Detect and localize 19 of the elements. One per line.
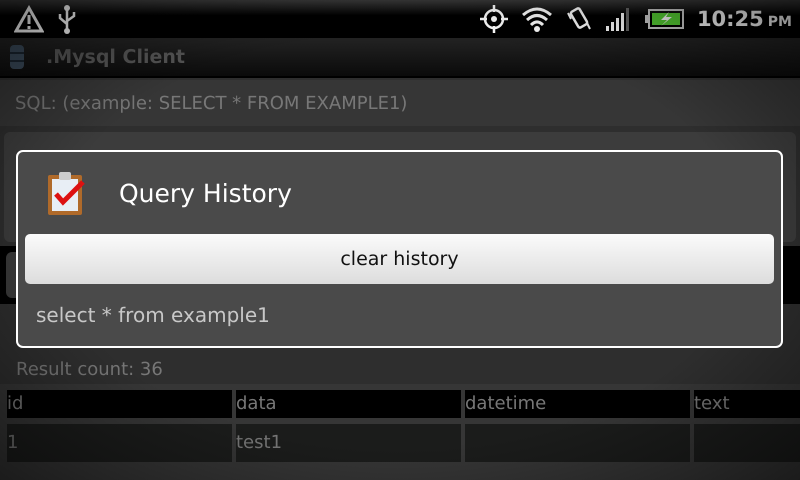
column-header: data [236,390,461,418]
result-count: Result count: 36 [16,359,163,380]
column-header: datetime [465,390,690,418]
gps-icon [478,4,509,34]
dialog-title: Query History [119,178,292,208]
battery-icon [644,8,685,30]
clock: 10:25 PM [696,7,792,31]
table-cell: 1 [7,424,232,462]
table-cell: test1 [236,424,461,462]
usb-icon [56,4,78,34]
database-icon [10,44,24,70]
history-item[interactable]: select * from example1 [25,284,774,346]
column-header: text [694,390,800,418]
app-title: .Mysql Client [46,46,186,68]
clipboard-check-icon [45,170,87,216]
warning-icon [14,5,44,33]
column-header: id [7,390,232,418]
clear-history-button[interactable]: clear history [25,234,774,284]
wifi-icon [520,6,553,32]
